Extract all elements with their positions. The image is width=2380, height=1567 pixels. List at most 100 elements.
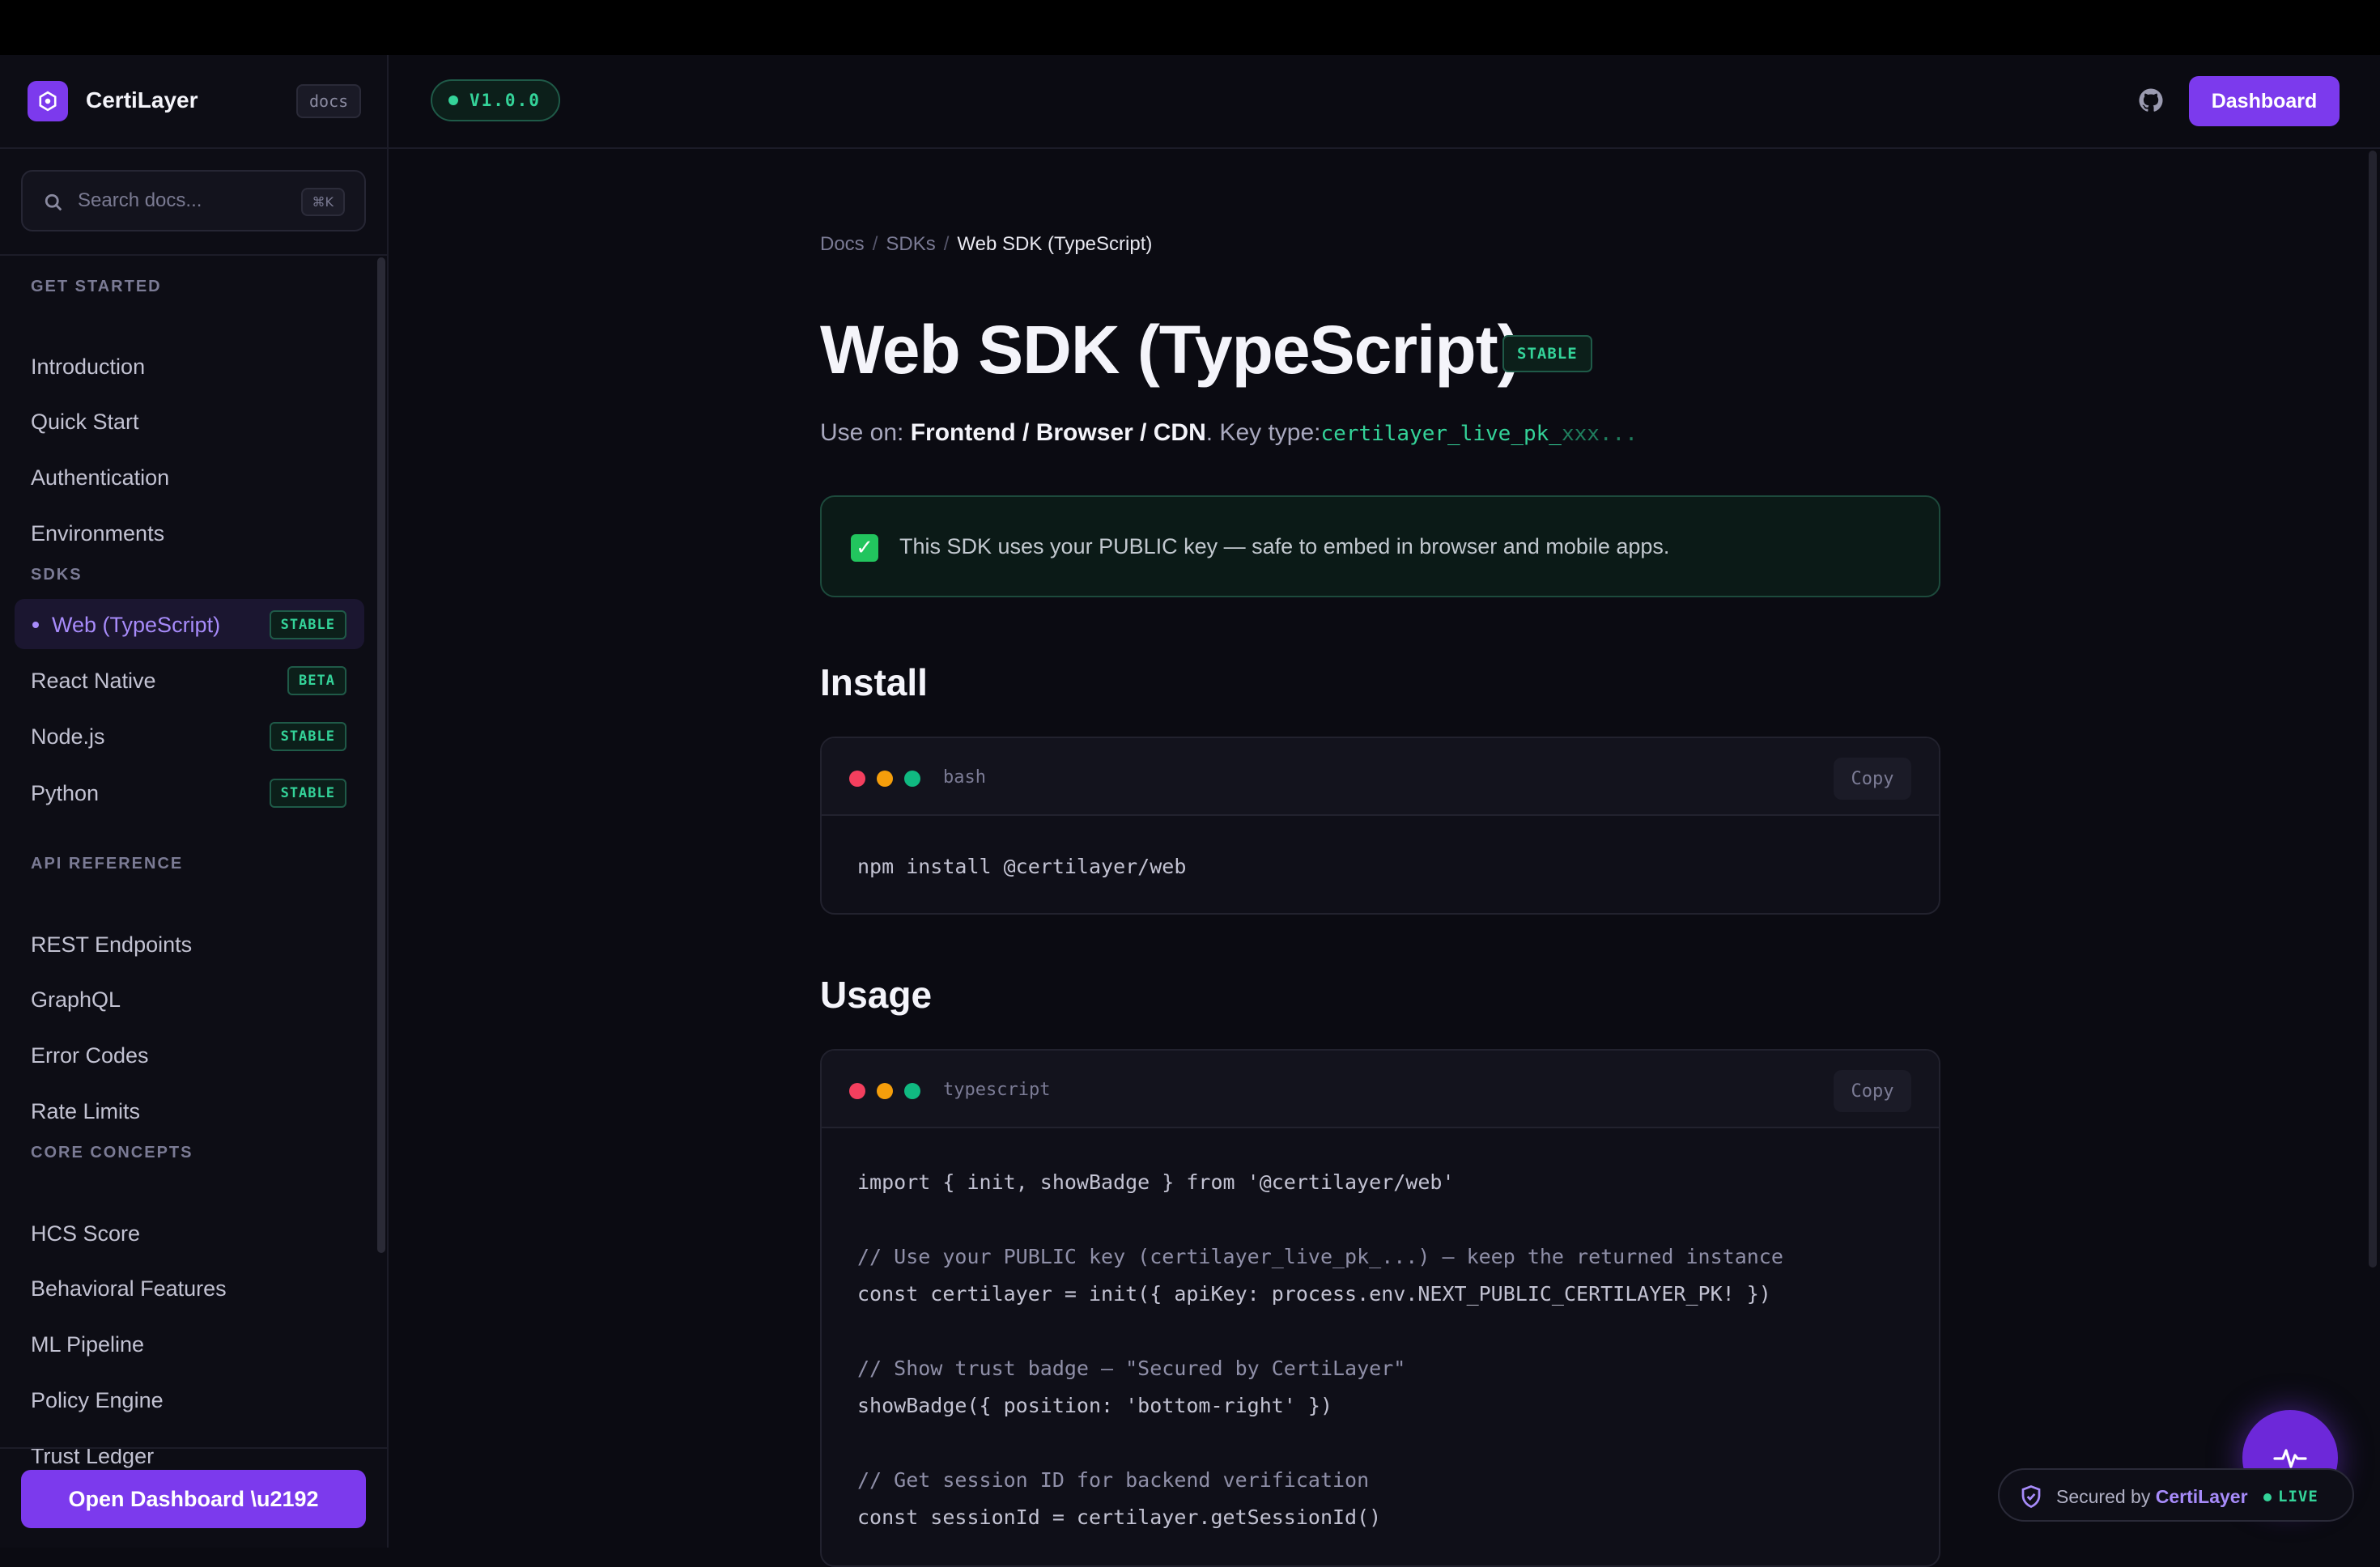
sidebar-item-hcs-score[interactable]: HCS Score [15,1208,364,1258]
sidebar-item-introduction[interactable]: Introduction [15,341,364,391]
main-content: Docs / SDKs / Web SDK (TypeScript) Web SDK (… [389,151,2380,1567]
sidebar-item-authentication[interactable]: Authentication [15,452,364,502]
main-scrollbar[interactable] [2369,151,2377,1268]
sidebar-item-policy-engine[interactable]: Policy Engine [15,1374,364,1425]
sidebar-item-environments[interactable]: Environments [15,507,364,558]
sidebar-item-label: Web (TypeScript) [52,613,221,637]
key-type-prefix: . Key type: [1205,419,1321,446]
dashboard-button[interactable]: Dashboard [2189,76,2340,126]
sidebar-item-label: Behavioral Features [31,1276,227,1301]
use-on-targets: Frontend / Browser / CDN [910,419,1206,446]
code-line: import { init, showBadge } from '@certil… [857,1170,1455,1194]
status-badge: STABLE [1502,335,1592,372]
install-heading: Install [820,661,928,703]
nav-section-api-reference: API REFERENCE [31,855,184,873]
nav-section-sdks: SDKS [31,566,83,584]
nav-section-get-started: GET STARTED [31,278,162,295]
status-badge: STABLE [269,610,346,639]
sidebar-item-react-native[interactable]: React Native BETA [15,655,364,705]
usage-heading: Usage [820,974,933,1016]
code-comment-line: // Use your PUBLIC key (certilayer_live_… [857,1245,1783,1268]
sidebar-item-rest-endpoints[interactable]: REST Endpoints [15,919,364,969]
breadcrumb-current: Web SDK (TypeScript) [957,233,1153,255]
sidebar-scrollbar[interactable] [377,257,385,1253]
sidebar-item-label: Environments [31,521,165,546]
search-icon [45,193,62,211]
code-block-header: typescript Copy [822,1051,1939,1128]
window-top-bar [0,0,2380,55]
use-on-prefix: Use on: [820,419,911,446]
sidebar-item-label: ML Pipeline [31,1332,145,1357]
use-on-line: Use on: Frontend / Browser / CDN. Key ty… [820,419,1638,447]
sidebar-item-nodejs[interactable]: Node.js STABLE [15,711,364,761]
logo-icon[interactable] [28,81,68,121]
code-comment-line: // Show trust badge — "Secured by CertiL… [857,1357,1406,1380]
active-indicator [32,622,39,628]
sidebar-item-label: Authentication [31,465,170,490]
sidebar-item-label: Quick Start [31,410,139,434]
trust-badge-prefix: Secured by [2056,1486,2156,1507]
copy-button[interactable]: Copy [1834,758,1911,800]
copy-button[interactable]: Copy [1834,1070,1911,1112]
trust-badge-text: Secured by CertiLayer [2056,1486,2248,1508]
code-comment-line: // Get session ID for backend verificati… [857,1468,1370,1492]
usage-code-block: typescript Copy import { init, showBadge… [820,1049,1940,1567]
sidebar-item-python[interactable]: Python STABLE [15,767,364,817]
sidebar-item-label: Introduction [31,355,146,379]
search-placeholder: Search docs... [78,189,202,211]
sidebar-item-error-codes[interactable]: Error Codes [15,1030,364,1080]
code-line: const certilayer = init({ apiKey: proces… [857,1282,1771,1306]
traffic-light-red-icon [849,1083,865,1099]
install-code-block: bash Copy npm install @certilayer/web [820,737,1940,915]
breadcrumb: Docs / SDKs / Web SDK (TypeScript) [820,233,1152,256]
sidebar-item-label: Node.js [31,724,105,749]
brand: CertiLayer docs [0,55,389,149]
status-badge: BETA [287,666,346,695]
code-line: npm install @certilayer/web [857,855,1187,878]
sidebar-item-label: GraphQL [31,987,121,1012]
check-icon: ✓ [851,534,878,562]
breadcrumb-sdks[interactable]: SDKs [886,233,935,255]
divider [0,254,387,256]
sidebar-footer: Open Dashboard \u2192 [0,1447,387,1548]
sidebar-item-quick-start[interactable]: Quick Start [15,396,364,446]
sidebar-item-label: React Native [31,669,156,693]
page-title: Web SDK (TypeScript) [820,312,1520,388]
sidebar-item-label: Policy Engine [31,1388,164,1412]
code-language: bash [943,767,986,788]
traffic-light-green-icon [904,1083,920,1099]
key-type-value: certilayer_live_pk_xxx... [1321,422,1638,446]
traffic-light-red-icon [849,771,865,787]
sidebar-item-ml-pipeline[interactable]: ML Pipeline [15,1319,364,1369]
sidebar-item-graphql[interactable]: GraphQL [15,974,364,1024]
code-block-header: bash Copy [822,738,1939,816]
breadcrumb-separator: / [943,233,950,255]
sidebar-item-web-typescript[interactable]: Web (TypeScript) STABLE [15,599,364,649]
nav-section-core-concepts: CORE CONCEPTS [31,1144,193,1161]
sidebar: CertiLayer docs Search docs... ⌘K GET ST… [0,55,389,1548]
open-dashboard-button[interactable]: Open Dashboard \u2192 [21,1470,366,1528]
brand-name[interactable]: CertiLayer [86,87,198,113]
top-header: V1.0.0 Dashboard [389,55,2380,149]
github-icon[interactable] [2137,87,2165,114]
version-badge[interactable]: V1.0.0 [431,79,560,121]
search-input[interactable]: Search docs... ⌘K [21,170,366,231]
public-key-callout: ✓ This SDK uses your PUBLIC key — safe t… [820,495,1940,597]
callout-text: This SDK uses your PUBLIC key — safe to … [899,534,1670,558]
sidebar-item-label: HCS Score [31,1221,141,1246]
docs-tag: docs [296,84,362,118]
breadcrumb-docs[interactable]: Docs [820,233,865,255]
sidebar-item-rate-limits[interactable]: Rate Limits [15,1085,364,1136]
trust-badge[interactable]: Secured by CertiLayer LIVE [1998,1468,2354,1522]
sidebar-item-label: Rate Limits [31,1099,141,1123]
traffic-light-yellow-icon [877,1083,893,1099]
code-body: import { init, showBadge } from '@certil… [857,1164,1783,1536]
pulse-icon [2273,1449,2307,1468]
shield-icon [2021,1485,2041,1509]
sidebar-item-behavioral-features[interactable]: Behavioral Features [15,1263,364,1313]
traffic-light-yellow-icon [877,771,893,787]
trust-badge-brand: CertiLayer [2155,1486,2248,1507]
